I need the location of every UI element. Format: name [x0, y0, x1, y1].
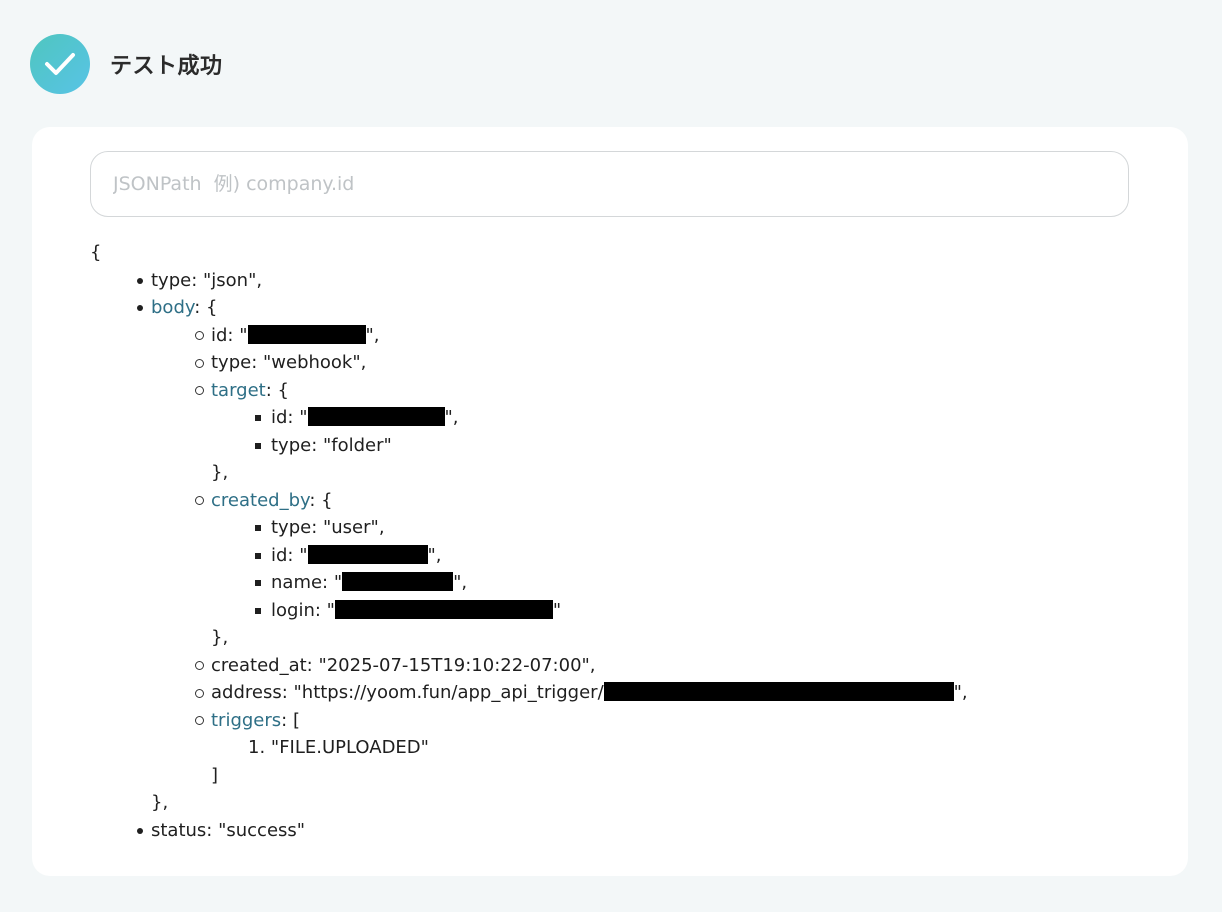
json-text: ",: [365, 324, 380, 346]
json-row-address: address: "https://yoom.fun/app_api_trigg…: [90, 679, 968, 707]
json-key-target[interactable]: target: [211, 380, 266, 401]
json-text: type: "json",: [151, 269, 263, 291]
jsonpath-input[interactable]: [90, 151, 1129, 217]
json-triggers-close: ]: [211, 764, 219, 786]
json-text: : [: [281, 709, 300, 731]
json-row-type: type: "json",: [90, 267, 968, 295]
redacted-value: [307, 407, 445, 426]
result-card: { type: "json", body: { id: "", type: "w…: [32, 127, 1188, 876]
json-tree: { type: "json", body: { id: " ", type: "w…: [90, 239, 968, 844]
json-key-body[interactable]: body: [151, 297, 194, 318]
json-row-cb-id: id: " ",: [90, 542, 968, 570]
redacted-value: [603, 682, 954, 701]
json-row-cb-type: type: "user",: [90, 514, 968, 542]
json-row-status: status: "success": [90, 817, 968, 845]
json-text: "FILE.UPLOADED": [270, 737, 429, 758]
json-text: : {: [194, 297, 218, 318]
json-body-close: },: [151, 792, 169, 813]
json-text: : {: [265, 379, 289, 401]
json-row-created-at: created_at: "2025-07-15T19:10:22-07:00",: [90, 652, 968, 680]
json-row-target-type: type: "folder": [90, 432, 968, 460]
json-text: id: ": [271, 544, 308, 566]
json-text: : {: [309, 489, 333, 511]
json-row-trigger-item: 1. "FILE.UPLOADED": [90, 734, 968, 762]
json-created-by-close: },: [211, 627, 229, 648]
result-header: テスト成功: [30, 34, 223, 94]
check-icon: [45, 53, 75, 75]
json-row-body: body: {: [90, 294, 968, 322]
json-key-created-by[interactable]: created_by: [211, 490, 309, 511]
json-row-created-by: created_by: {: [90, 487, 968, 515]
json-text: created_at: "2025-07-15T19:10:22-07:00",: [211, 654, 596, 676]
redacted-value: [342, 572, 454, 591]
json-target-close: },: [211, 462, 229, 483]
json-text: status: "success": [151, 819, 306, 841]
json-text: ",: [453, 572, 468, 593]
json-row-triggers: triggers: [: [90, 707, 968, 735]
redacted-value: [307, 544, 428, 564]
json-text: name: ": [271, 572, 343, 593]
redacted-value: [334, 599, 553, 619]
json-row-cb-name: name: " ",: [90, 569, 968, 597]
success-badge: [30, 34, 90, 94]
json-text: ": [552, 599, 562, 621]
json-text: ",: [427, 544, 442, 566]
json-text: ",: [444, 407, 459, 428]
redacted-value: [247, 324, 366, 344]
json-text: id: ": [211, 324, 248, 346]
json-key-triggers[interactable]: triggers: [211, 710, 281, 731]
page-title: テスト成功: [110, 54, 223, 79]
json-row-target-id: id: " ",: [90, 404, 968, 432]
json-row-body-id: id: " ",: [90, 322, 968, 350]
json-text: id: ": [271, 407, 308, 428]
json-open-brace: {: [90, 242, 102, 263]
json-text: ",: [953, 682, 968, 703]
json-text: login: ": [271, 599, 335, 621]
json-row-target: target: {: [90, 377, 968, 405]
json-text: type: "folder": [271, 434, 392, 456]
json-text: type: "webhook",: [211, 352, 367, 373]
json-row-cb-login: login: " ": [90, 597, 968, 625]
json-row-body-type: type: "webhook",: [90, 349, 968, 377]
list-number: 1.: [248, 737, 266, 758]
json-text: type: "user",: [271, 517, 385, 538]
json-text: address: "https://yoom.fun/app_api_trigg…: [211, 682, 604, 703]
